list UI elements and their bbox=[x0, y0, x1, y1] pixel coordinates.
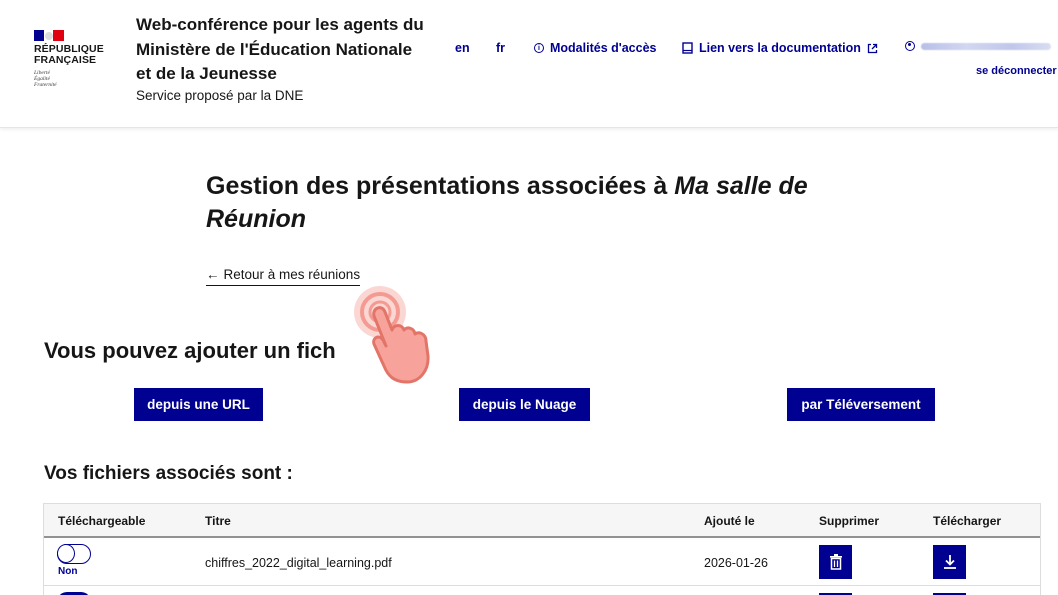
delete-file-button[interactable] bbox=[819, 545, 852, 579]
lang-en-link[interactable]: en bbox=[455, 41, 470, 55]
external-link-icon bbox=[867, 43, 877, 53]
back-link-label: Retour à mes réunions bbox=[223, 267, 361, 282]
page-title-prefix: Gestion des présentations associées à bbox=[206, 172, 668, 200]
table-row: Non chiffres_2022_digital_learning.pdf 2… bbox=[44, 540, 1040, 586]
logout-link[interactable]: se déconnecter bbox=[976, 65, 1057, 77]
motto-3: Fraternité bbox=[34, 82, 57, 88]
service-subtitle: Service proposé par la DNE bbox=[136, 88, 304, 103]
logo-line-2: FRANÇAISE bbox=[34, 54, 97, 66]
file-added-date: 2026-01-26 bbox=[704, 556, 768, 570]
table-row bbox=[44, 588, 1040, 595]
add-from-url-button[interactable]: depuis une URL bbox=[134, 388, 263, 421]
user-account-link[interactable] bbox=[905, 41, 1051, 51]
site-header: RÉPUBLIQUE FRANÇAISE Liberté Égalité Fra… bbox=[0, 0, 1058, 128]
upload-file-button[interactable]: par Téléversement bbox=[787, 388, 935, 421]
col-delete: Supprimer bbox=[819, 514, 880, 528]
download-file-button[interactable] bbox=[933, 545, 966, 579]
col-title: Titre bbox=[205, 514, 231, 528]
documentation-label: Lien vers la documentation bbox=[699, 41, 861, 55]
touch-hand-icon bbox=[354, 286, 430, 384]
trash-icon bbox=[829, 554, 842, 570]
associated-files-heading: Vos fichiers associés sont : bbox=[44, 463, 293, 484]
files-table: Téléchargeable Titre Ajouté le Supprimer… bbox=[43, 503, 1041, 595]
download-icon bbox=[943, 555, 956, 569]
access-terms-label: Modalités d'accès bbox=[550, 41, 657, 55]
downloadable-status: Non bbox=[58, 566, 78, 577]
file-title: chiffres_2022_digital_learning.pdf bbox=[205, 556, 392, 570]
user-icon bbox=[905, 41, 915, 51]
col-added: Ajouté le bbox=[704, 514, 755, 528]
col-downloadable: Téléchargeable bbox=[58, 514, 146, 528]
add-from-cloud-button[interactable]: depuis le Nuage bbox=[459, 388, 590, 421]
documentation-link[interactable]: Lien vers la documentation bbox=[682, 41, 878, 55]
user-name-redacted bbox=[921, 42, 1051, 50]
lang-fr-link[interactable]: fr bbox=[496, 41, 505, 55]
marianne-logo bbox=[34, 30, 64, 41]
page-title: Gestion des présentations associées à Ma… bbox=[206, 170, 906, 236]
book-icon bbox=[682, 42, 693, 54]
add-file-heading: Vous pouvez ajouter un fich bbox=[44, 338, 336, 363]
info-icon: i bbox=[534, 43, 544, 53]
back-to-meetings-link[interactable]: ← Retour à mes réunions bbox=[206, 267, 361, 286]
table-header: Téléchargeable Titre Ajouté le Supprimer… bbox=[44, 504, 1040, 538]
republique-francaise-logo[interactable]: RÉPUBLIQUE FRANÇAISE bbox=[34, 44, 104, 66]
col-download: Télécharger bbox=[933, 514, 1002, 528]
service-title[interactable]: Web-conférence pour les agents du Minist… bbox=[136, 13, 426, 87]
access-terms-link[interactable]: i Modalités d'accès bbox=[534, 41, 657, 55]
arrow-left-icon: ← bbox=[206, 267, 220, 282]
republic-motto: Liberté Égalité Fraternité bbox=[34, 70, 57, 88]
downloadable-toggle[interactable] bbox=[57, 544, 91, 564]
